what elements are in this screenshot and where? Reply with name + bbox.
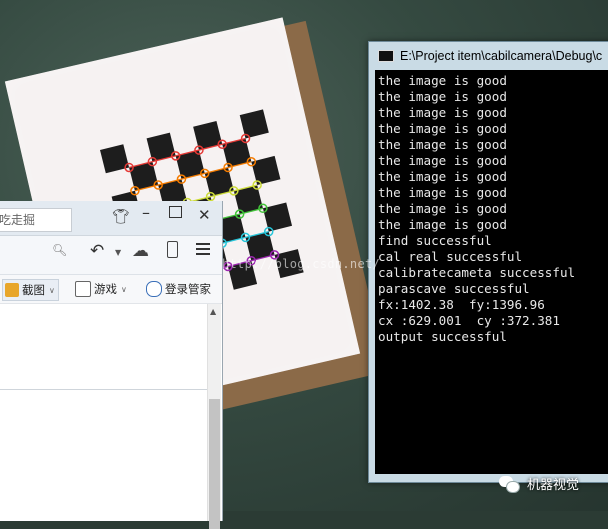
phone-icon[interactable] bbox=[167, 241, 178, 258]
chevron-down-icon[interactable]: ▼ bbox=[115, 248, 121, 257]
console-line: the image is good bbox=[378, 201, 507, 216]
game-label: 游戏 bbox=[94, 282, 117, 296]
search-icon[interactable]: 🔍︎ bbox=[52, 243, 67, 257]
login-manager-button[interactable]: 登录管家 bbox=[146, 279, 211, 299]
scrollbar[interactable]: ▲ bbox=[207, 304, 221, 529]
console-line: the image is good bbox=[378, 153, 507, 168]
console-line: parascave successful bbox=[378, 281, 530, 296]
menu-icon[interactable] bbox=[196, 243, 210, 258]
scroll-up-icon[interactable]: ▲ bbox=[210, 307, 216, 316]
page-content[interactable]: ▲ bbox=[0, 304, 222, 529]
console-line: cal real successful bbox=[378, 249, 523, 264]
screenshot-label: 截图 bbox=[22, 283, 45, 297]
console-line: the image is good bbox=[378, 137, 507, 152]
console-line: calibratecameta successful bbox=[378, 265, 576, 280]
gamepad-icon bbox=[75, 281, 91, 297]
console-line: cx :629.001 cy :372.381 bbox=[378, 313, 560, 328]
console-window[interactable]: E:\Project item\cabilcamera\Debug\c the … bbox=[368, 41, 608, 483]
cloud-icon[interactable]: ☁︎ bbox=[132, 241, 149, 261]
wechat-badge: 机器视觉 bbox=[499, 474, 579, 493]
wechat-label: 机器视觉 bbox=[527, 478, 580, 493]
undo-icon[interactable]: ↶ bbox=[90, 241, 104, 261]
shirt-icon[interactable]: 👕︎ bbox=[112, 209, 130, 225]
scrollbar-thumb[interactable] bbox=[209, 399, 220, 529]
search-input[interactable]: 吃走掘 bbox=[0, 208, 72, 232]
console-lines: the image is good the image is good the im… bbox=[375, 70, 608, 345]
wechat-icon bbox=[499, 475, 520, 493]
divider bbox=[0, 389, 208, 390]
console-output: the image is good the image is good the im… bbox=[375, 70, 608, 474]
chevron-down-icon[interactable]: ∨ bbox=[121, 285, 127, 294]
console-title: E:\Project item\cabilcamera\Debug\c bbox=[400, 49, 603, 63]
key-icon bbox=[146, 281, 162, 297]
browser-window[interactable]: + 👕︎ – ✕ 吃走掘 🔍︎ ↶ ▼ ☁︎ 截图 ∨ 游戏 ∨ 登录管家 ▲ bbox=[0, 201, 223, 529]
console-line: the image is good bbox=[378, 89, 507, 104]
minimize-button[interactable]: – bbox=[142, 203, 150, 222]
console-line: the image is good bbox=[378, 185, 507, 200]
address-toolbar bbox=[0, 236, 222, 275]
login-manager-label: 登录管家 bbox=[165, 282, 211, 296]
console-line: fx:1402.38 fy:1396.96 bbox=[378, 297, 545, 312]
bookmark-bar: 截图 ∨ 游戏 ∨ 登录管家 bbox=[0, 275, 222, 304]
console-line: the image is good bbox=[378, 217, 507, 232]
watermark-url: http://blog.csdn.net/ bbox=[222, 257, 381, 271]
console-line: find successful bbox=[378, 233, 492, 248]
console-titlebar[interactable]: E:\Project item\cabilcamera\Debug\c bbox=[369, 42, 608, 70]
close-button[interactable]: ✕ bbox=[198, 206, 211, 224]
maximize-button[interactable] bbox=[169, 206, 182, 218]
screenshot-button[interactable]: 截图 ∨ bbox=[2, 279, 59, 301]
console-line: output successful bbox=[378, 329, 507, 344]
console-line: the image is good bbox=[378, 105, 507, 120]
console-line: the image is good bbox=[378, 73, 507, 88]
console-app-icon bbox=[378, 50, 394, 62]
console-line: the image is good bbox=[378, 121, 507, 136]
console-line: the image is good bbox=[378, 169, 507, 184]
game-button[interactable]: 游戏 ∨ bbox=[75, 279, 127, 299]
chevron-down-icon[interactable]: ∨ bbox=[49, 286, 55, 295]
scissors-icon bbox=[5, 283, 19, 297]
